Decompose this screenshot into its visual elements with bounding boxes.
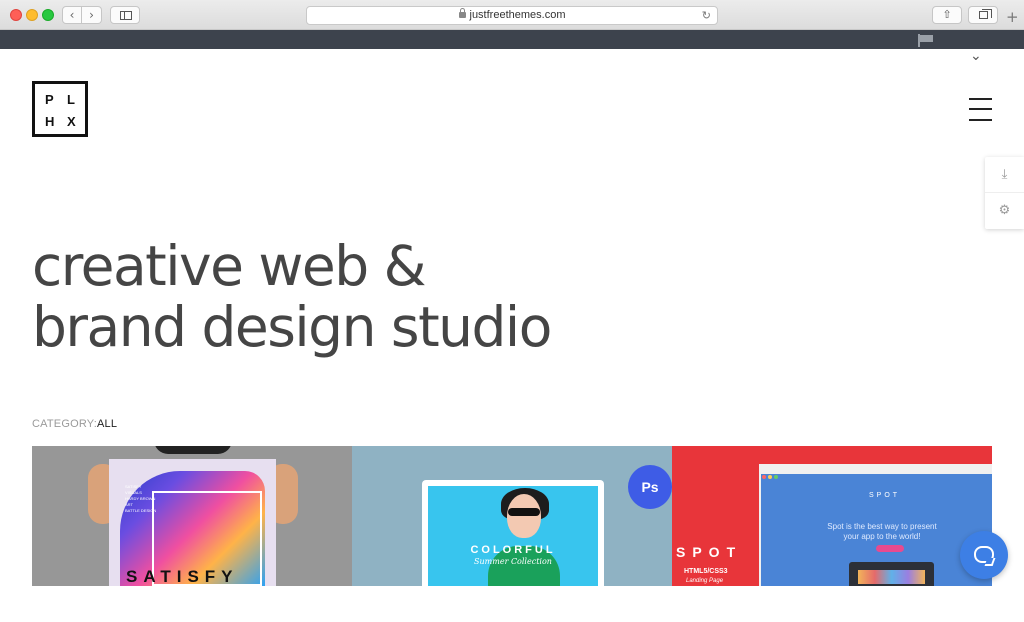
hamburger-icon[interactable]: [969, 98, 992, 121]
hero-line: brand design studio: [32, 295, 552, 359]
forward-button[interactable]: ›: [82, 6, 102, 24]
logo-letter: P: [45, 92, 54, 107]
portfolio-item-title: COLORFUL: [470, 544, 556, 556]
portfolio-item-subtitle: Summer Collection: [474, 557, 552, 566]
chat-button[interactable]: [960, 531, 1008, 579]
mockup-logo: SPOT: [869, 492, 901, 499]
logo-letter: H: [45, 114, 55, 129]
minimize-window-button[interactable]: [26, 9, 38, 21]
logo-letter: X: [67, 114, 76, 129]
share-icon: ⇧: [942, 8, 952, 21]
portfolio-item-title: SATISFY: [126, 567, 239, 586]
gear-icon: ⚙: [998, 203, 1011, 218]
mockup-cta: [876, 545, 904, 552]
monitor-image: COLORFUL Summer Collection: [422, 480, 604, 586]
site-logo[interactable]: P L H X: [32, 81, 88, 137]
portfolio-item-tech: HTML5/CSS3: [684, 568, 728, 575]
notification-bar: [0, 30, 1024, 49]
lock-icon: [458, 8, 466, 18]
settings-button[interactable]: ⚙: [985, 193, 1024, 229]
category-value[interactable]: ALL: [97, 418, 117, 430]
poster-small-text: SATISFY VISUALS HARDY BROWN ART BATTLE D…: [125, 484, 157, 513]
portfolio-item-spot[interactable]: SPOT HTML5/CSS3 Landing Page SPOT Spot i…: [672, 446, 992, 586]
reload-icon[interactable]: ↻: [702, 7, 711, 24]
flag-icon[interactable]: [918, 34, 934, 47]
chat-icon: [974, 546, 994, 563]
mockup-headline: Spot is the best way to present your app…: [827, 522, 937, 541]
new-tab-button[interactable]: +: [1006, 8, 1019, 26]
download-button[interactable]: ⤓: [985, 157, 1024, 193]
show-tabs-button[interactable]: [968, 6, 998, 24]
portfolio-item-type: Landing Page: [686, 578, 724, 584]
chevron-right-icon: ›: [89, 8, 94, 22]
portfolio-grid: SATISFY VISUALS HARDY BROWN ART BATTLE D…: [32, 446, 992, 586]
side-widget: ⤓ ⚙: [985, 157, 1024, 229]
chevron-left-icon: ‹: [69, 8, 75, 22]
url-text: justfreethemes.com: [469, 9, 566, 21]
portfolio-item-colorful[interactable]: COLORFUL Summer Collection: [352, 446, 672, 586]
portfolio-item-satisfy[interactable]: SATISFY VISUALS HARDY BROWN ART BATTLE D…: [32, 446, 352, 586]
tabs-icon: [979, 9, 992, 19]
hero-line: creative web &: [32, 234, 427, 298]
back-button[interactable]: ‹: [62, 6, 82, 24]
portfolio-item-title: SPOT: [676, 544, 743, 560]
chevron-down-icon[interactable]: ⌄: [970, 48, 982, 64]
close-window-button[interactable]: [10, 9, 22, 21]
photoshop-badge: Ps: [628, 465, 672, 509]
hero-heading: creative web & brand design studio: [32, 234, 552, 359]
category-label: CATEGORY:: [32, 418, 97, 430]
logo-letter: L: [67, 92, 75, 107]
browser-toolbar: ‹ › justfreethemes.com ↻ ⇧ +: [0, 0, 1024, 30]
sidebar-toggle-button[interactable]: [110, 6, 140, 24]
maximize-window-button[interactable]: [42, 9, 54, 21]
download-icon: ⤓: [1001, 167, 1008, 182]
category-filter[interactable]: CATEGORY:ALL: [32, 418, 117, 430]
share-button[interactable]: ⇧: [932, 6, 962, 24]
address-bar[interactable]: justfreethemes.com ↻: [306, 6, 718, 25]
sidebar-icon: [120, 11, 132, 20]
